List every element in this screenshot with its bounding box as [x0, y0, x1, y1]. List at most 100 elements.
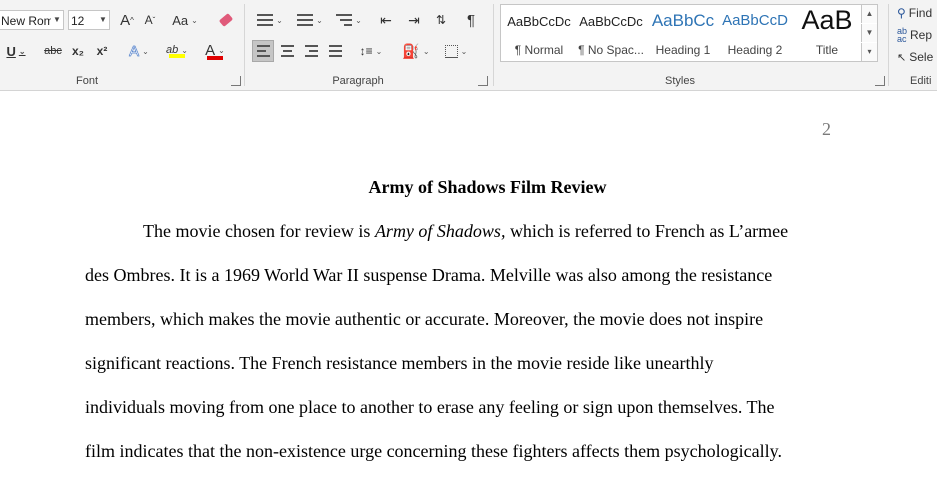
superscript-icon: x²	[96, 44, 108, 58]
justify-button[interactable]	[324, 40, 346, 62]
styles-more-icon[interactable]: ▾	[861, 43, 877, 61]
sort-icon: ⇅	[435, 13, 447, 27]
find-button[interactable]: ⚲ Find	[897, 4, 937, 22]
multilevel-list-icon	[336, 11, 353, 29]
underline-button[interactable]: U ⌄	[2, 40, 30, 62]
text-effects-button[interactable]: A ⌄	[122, 40, 156, 62]
paint-bucket-icon: ⛽	[402, 42, 420, 59]
change-case-icon: Aa	[172, 12, 189, 28]
font-name-combo[interactable]: New Roma ▼	[0, 10, 64, 30]
decrease-indent-icon: ⇤	[380, 11, 392, 28]
paragraph-line: film indicates that the non-existence ur…	[85, 441, 782, 461]
style-heading-1-name: Heading 1	[655, 43, 711, 57]
ribbon: New Roma ▼ 12 ▼ A ^ Aˇ Aa ⌄ U ⌄ abc x₂ x² A…	[0, 0, 937, 91]
font-dialog-launcher-icon[interactable]	[231, 76, 241, 86]
align-left-icon	[256, 42, 270, 60]
replace-label: Rep	[910, 28, 933, 42]
pilcrow-icon: ¶	[466, 11, 476, 29]
font-group-label: Font	[75, 75, 98, 87]
replace-icon: ab ac	[897, 26, 908, 44]
paragraph-line: The movie chosen for review is Army of S…	[143, 221, 788, 242]
style-normal-tile[interactable]: AaBbCcDc ¶ Normal	[503, 5, 575, 61]
justify-icon	[328, 42, 342, 60]
editing-group-label: Editi	[910, 75, 932, 87]
shrink-font-icon: A	[144, 13, 153, 27]
paragraph-dialog-launcher-icon[interactable]	[478, 76, 488, 86]
borders-button[interactable]: ⌄	[438, 40, 474, 62]
font-name-dropdown-icon[interactable]: ▼	[51, 11, 63, 29]
paragraph-line: significant reactions. The French resist…	[85, 353, 714, 373]
replace-button[interactable]: ab ac Rep	[897, 26, 937, 44]
line1-text-end: which is referred to French as L’armee	[505, 221, 789, 241]
styles-gallery: AaBbCcDc ¶ Normal AaBbCcDc ¶ No Spac... …	[500, 4, 878, 62]
styles-group-label: Styles	[665, 75, 695, 87]
strikethrough-icon: abc	[44, 45, 62, 57]
highlight-color-button[interactable]: ab ⌄	[160, 40, 194, 62]
find-label: Find	[908, 6, 933, 20]
style-heading-2-tile[interactable]: AaBbCcD Heading 2	[719, 5, 791, 61]
text-effects-icon: A	[129, 42, 140, 60]
sort-button[interactable]: ⇅	[430, 9, 452, 31]
style-no-spacing-name: ¶ No Spac...	[578, 43, 644, 57]
styles-scroll-up-icon[interactable]: ▲	[861, 5, 877, 23]
change-case-button[interactable]: Aa ⌄	[168, 9, 202, 31]
font-color-button[interactable]: A ⌄	[198, 40, 232, 62]
clear-formatting-button[interactable]	[214, 9, 238, 31]
numbered-list-icon	[297, 11, 314, 29]
font-size-combo[interactable]: 12 ▼	[68, 10, 110, 30]
align-right-button[interactable]	[300, 40, 322, 62]
numbering-button[interactable]: ⌄	[292, 9, 328, 31]
decrease-indent-button[interactable]: ⇤	[374, 9, 398, 31]
eraser-icon	[218, 13, 234, 27]
select-button[interactable]: ↖ Sele	[897, 48, 937, 66]
paragraph-line: members, which makes the movie authentic…	[85, 309, 764, 329]
font-size-value: 12	[71, 14, 85, 28]
style-normal-name: ¶ Normal	[514, 43, 564, 57]
grow-font-button[interactable]: A ^	[116, 9, 138, 31]
style-heading-2-name: Heading 2	[727, 43, 783, 57]
font-size-dropdown-icon[interactable]: ▼	[97, 11, 109, 29]
document-page[interactable]: 2 Army of Shadows Film Review The movie …	[0, 91, 937, 486]
grow-font-icon: A	[120, 11, 131, 29]
cursor-arrow-icon: ↖	[897, 51, 907, 64]
styles-scroll-down-icon[interactable]: ▼	[861, 24, 877, 42]
subscript-button[interactable]: x₂	[68, 40, 88, 62]
multilevel-list-button[interactable]: ⌄	[332, 9, 366, 31]
paragraph-group-separator	[493, 4, 494, 86]
align-center-button[interactable]	[276, 40, 298, 62]
bullets-button[interactable]: ⌄	[252, 9, 288, 31]
line-spacing-button[interactable]: ↕≡ ⌄	[354, 40, 388, 62]
borders-icon	[444, 44, 458, 58]
style-no-spacing-tile[interactable]: AaBbCcDc ¶ No Spac...	[575, 5, 647, 61]
styles-dialog-launcher-icon[interactable]	[875, 76, 885, 86]
find-icon: ⚲	[897, 6, 906, 20]
shrink-font-button[interactable]: Aˇ	[140, 9, 160, 31]
increase-indent-button[interactable]: ⇥	[402, 9, 426, 31]
highlight-color-swatch	[169, 54, 185, 58]
subscript-icon: x₂	[71, 44, 84, 58]
style-heading-1-tile[interactable]: AaBbCc Heading 1	[647, 5, 719, 61]
bullet-list-icon	[257, 11, 274, 29]
style-title-tile[interactable]: AaB Title	[791, 5, 863, 61]
style-heading-1-sample: AaBbCc	[651, 11, 715, 30]
style-title-name: Title	[815, 43, 839, 57]
strikethrough-button[interactable]: abc	[40, 40, 66, 62]
line1-text-start: The movie chosen for review is	[143, 221, 375, 241]
align-left-button[interactable]	[252, 40, 274, 62]
font-group-separator	[244, 4, 245, 86]
align-right-icon	[304, 42, 318, 60]
document-title: Army of Shadows Film Review	[368, 177, 607, 197]
superscript-button[interactable]: x²	[92, 40, 112, 62]
style-heading-2-sample: AaBbCcD	[722, 12, 788, 29]
style-no-spacing-sample: AaBbCcDc	[579, 14, 643, 29]
styles-group-separator	[888, 4, 889, 86]
increase-indent-icon: ⇥	[408, 11, 420, 28]
show-hide-marks-button[interactable]: ¶	[460, 9, 482, 31]
paragraph-group-label: Paragraph	[332, 75, 384, 87]
shading-button[interactable]: ⛽ ⌄	[398, 40, 434, 62]
font-color-swatch	[207, 56, 223, 60]
paragraph-line: des Ombres. It is a 1969 World War II su…	[85, 265, 773, 285]
style-title-sample: AaB	[801, 5, 853, 35]
line-spacing-icon: ↕≡	[359, 44, 373, 58]
style-normal-sample: AaBbCcDc	[507, 14, 571, 29]
